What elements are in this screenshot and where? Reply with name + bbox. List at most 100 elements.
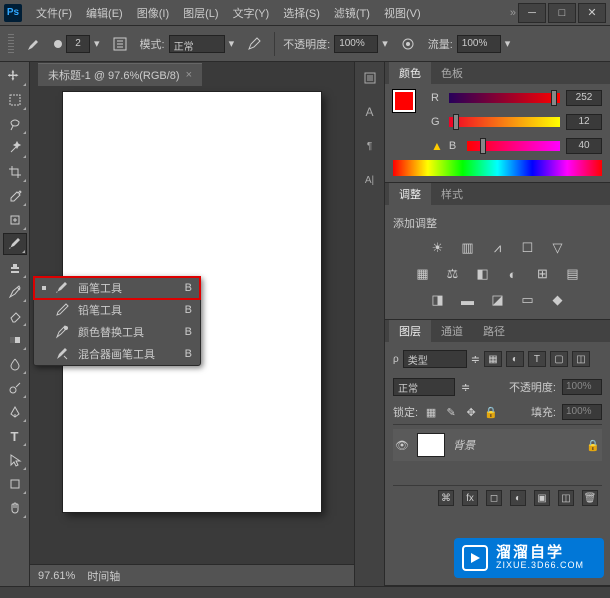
layer-thumbnail[interactable] bbox=[417, 433, 445, 457]
curves-icon[interactable]: ⩘ bbox=[490, 240, 506, 256]
brightness-icon[interactable]: ☀ bbox=[430, 240, 446, 256]
delete-layer-button[interactable]: 🗑 bbox=[582, 490, 598, 506]
marquee-tool[interactable] bbox=[3, 89, 27, 111]
type-panel-icon[interactable]: A| bbox=[361, 172, 379, 188]
layer-fx-button[interactable]: fx bbox=[462, 490, 478, 506]
timeline-label[interactable]: 时间轴 bbox=[87, 568, 120, 584]
selective-color-icon[interactable]: ◆ bbox=[550, 292, 566, 308]
close-tab-icon[interactable]: × bbox=[186, 69, 192, 81]
minimize-button[interactable]: ─ bbox=[518, 3, 546, 23]
fill-input[interactable]: 100% bbox=[562, 404, 602, 420]
tablet-pressure-opacity-icon[interactable] bbox=[396, 32, 420, 56]
tab-adjustments[interactable]: 调整 bbox=[389, 183, 431, 205]
brush-panel-toggle[interactable] bbox=[108, 32, 132, 56]
exposure-icon[interactable]: ☐ bbox=[520, 240, 536, 256]
color-lookup-icon[interactable]: ▤ bbox=[565, 266, 581, 282]
filter-smart-icon[interactable]: ◫ bbox=[572, 351, 590, 367]
flyout-pencil[interactable]: 铅笔工具 B bbox=[34, 299, 200, 321]
gamut-warning-icon[interactable]: ▲ bbox=[431, 139, 443, 153]
brush-tool[interactable] bbox=[3, 233, 27, 255]
color-swatch-block[interactable] bbox=[393, 90, 421, 112]
lock-paint-icon[interactable]: ✎ bbox=[444, 405, 458, 419]
hue-sat-icon[interactable]: ▦ bbox=[415, 266, 431, 282]
filter-type-icon[interactable]: T bbox=[528, 351, 546, 367]
menu-file[interactable]: 文件(F) bbox=[30, 2, 78, 24]
path-select-tool[interactable] bbox=[3, 449, 27, 471]
eyedropper-tool[interactable] bbox=[3, 185, 27, 207]
maximize-button[interactable]: □ bbox=[548, 3, 576, 23]
lock-position-icon[interactable]: ✥ bbox=[464, 405, 478, 419]
menu-edit[interactable]: 编辑(E) bbox=[80, 2, 129, 24]
invert-icon[interactable]: ◨ bbox=[430, 292, 446, 308]
lock-transparency-icon[interactable]: ▦ bbox=[424, 405, 438, 419]
filter-type-select[interactable]: 类型 bbox=[403, 350, 467, 368]
shape-tool[interactable] bbox=[3, 473, 27, 495]
foreground-swatch[interactable] bbox=[393, 90, 415, 112]
close-button[interactable]: ✕ bbox=[578, 3, 606, 23]
photo-filter-icon[interactable]: ◐ bbox=[505, 266, 521, 282]
r-slider[interactable] bbox=[449, 93, 560, 103]
filter-adjust-icon[interactable]: ◐ bbox=[506, 351, 524, 367]
tab-swatches[interactable]: 色板 bbox=[431, 62, 473, 84]
dodge-tool[interactable] bbox=[3, 377, 27, 399]
crop-tool[interactable] bbox=[3, 161, 27, 183]
flyout-color-replace[interactable]: 颜色替换工具 B bbox=[34, 321, 200, 343]
new-adjustment-button[interactable]: ◐ bbox=[510, 490, 526, 506]
lasso-tool[interactable] bbox=[3, 113, 27, 135]
tab-color[interactable]: 颜色 bbox=[389, 62, 431, 84]
posterize-icon[interactable]: ▬ bbox=[460, 292, 476, 308]
gradient-map-icon[interactable]: ▭ bbox=[520, 292, 536, 308]
new-group-button[interactable]: ▣ bbox=[534, 490, 550, 506]
document-tab[interactable]: 未标题-1 @ 97.6%(RGB/8) × bbox=[38, 63, 202, 86]
type-tool[interactable]: T bbox=[3, 425, 27, 447]
healing-tool[interactable] bbox=[3, 209, 27, 231]
zoom-value[interactable]: 97.61% bbox=[38, 570, 75, 582]
menu-layer[interactable]: 图层(L) bbox=[177, 2, 224, 24]
layer-row[interactable]: 👁 背景 🔒 bbox=[393, 429, 602, 461]
hand-tool[interactable] bbox=[3, 497, 27, 519]
magic-wand-tool[interactable] bbox=[3, 137, 27, 159]
stamp-tool[interactable] bbox=[3, 257, 27, 279]
tab-channels[interactable]: 通道 bbox=[431, 320, 473, 342]
menu-type[interactable]: 文字(Y) bbox=[227, 2, 276, 24]
grip-handle[interactable] bbox=[8, 34, 14, 54]
menu-image[interactable]: 图像(I) bbox=[131, 2, 175, 24]
move-tool[interactable] bbox=[3, 65, 27, 87]
link-layers-button[interactable]: ⌘ bbox=[438, 490, 454, 506]
opacity-input[interactable]: 100% bbox=[334, 35, 378, 53]
menu-view[interactable]: 视图(V) bbox=[378, 2, 427, 24]
mode-select[interactable]: 正常 bbox=[169, 35, 225, 53]
character-panel-icon[interactable]: A bbox=[361, 104, 379, 120]
brush-settings-icon[interactable] bbox=[242, 32, 266, 56]
tab-styles[interactable]: 样式 bbox=[431, 183, 473, 205]
threshold-icon[interactable]: ◪ bbox=[490, 292, 506, 308]
levels-icon[interactable]: ▥ bbox=[460, 240, 476, 256]
tab-paths[interactable]: 路径 bbox=[473, 320, 515, 342]
brush-preset[interactable]: 2 ▾ bbox=[54, 35, 100, 53]
history-brush-tool[interactable] bbox=[3, 281, 27, 303]
flyout-brush[interactable]: 画笔工具 B bbox=[34, 277, 200, 299]
layer-name[interactable]: 背景 bbox=[453, 437, 578, 453]
gradient-tool[interactable] bbox=[3, 329, 27, 351]
filter-shape-icon[interactable]: ▢ bbox=[550, 351, 568, 367]
tab-layers[interactable]: 图层 bbox=[389, 320, 431, 342]
menu-filter[interactable]: 滤镜(T) bbox=[328, 2, 376, 24]
history-panel-icon[interactable] bbox=[361, 70, 379, 86]
blur-tool[interactable] bbox=[3, 353, 27, 375]
color-spectrum[interactable] bbox=[393, 160, 602, 176]
blend-mode-select[interactable]: 正常 bbox=[393, 378, 455, 396]
flow-input[interactable]: 100% bbox=[457, 35, 501, 53]
new-layer-button[interactable]: ◫ bbox=[558, 490, 574, 506]
r-value[interactable]: 252 bbox=[566, 90, 602, 106]
paragraph-panel-icon[interactable]: ¶ bbox=[361, 138, 379, 154]
layer-opacity-input[interactable]: 100% bbox=[562, 379, 602, 395]
channel-mixer-icon[interactable]: ⊞ bbox=[535, 266, 551, 282]
visibility-icon[interactable]: 👁 bbox=[395, 439, 409, 452]
vibrance-icon[interactable]: ▽ bbox=[550, 240, 566, 256]
b-value[interactable]: 40 bbox=[566, 138, 602, 154]
color-balance-icon[interactable]: ⚖ bbox=[445, 266, 461, 282]
filter-pixel-icon[interactable]: ▦ bbox=[484, 351, 502, 367]
g-slider[interactable] bbox=[449, 117, 560, 127]
lock-all-icon[interactable]: 🔒 bbox=[484, 405, 498, 419]
g-value[interactable]: 12 bbox=[566, 114, 602, 130]
